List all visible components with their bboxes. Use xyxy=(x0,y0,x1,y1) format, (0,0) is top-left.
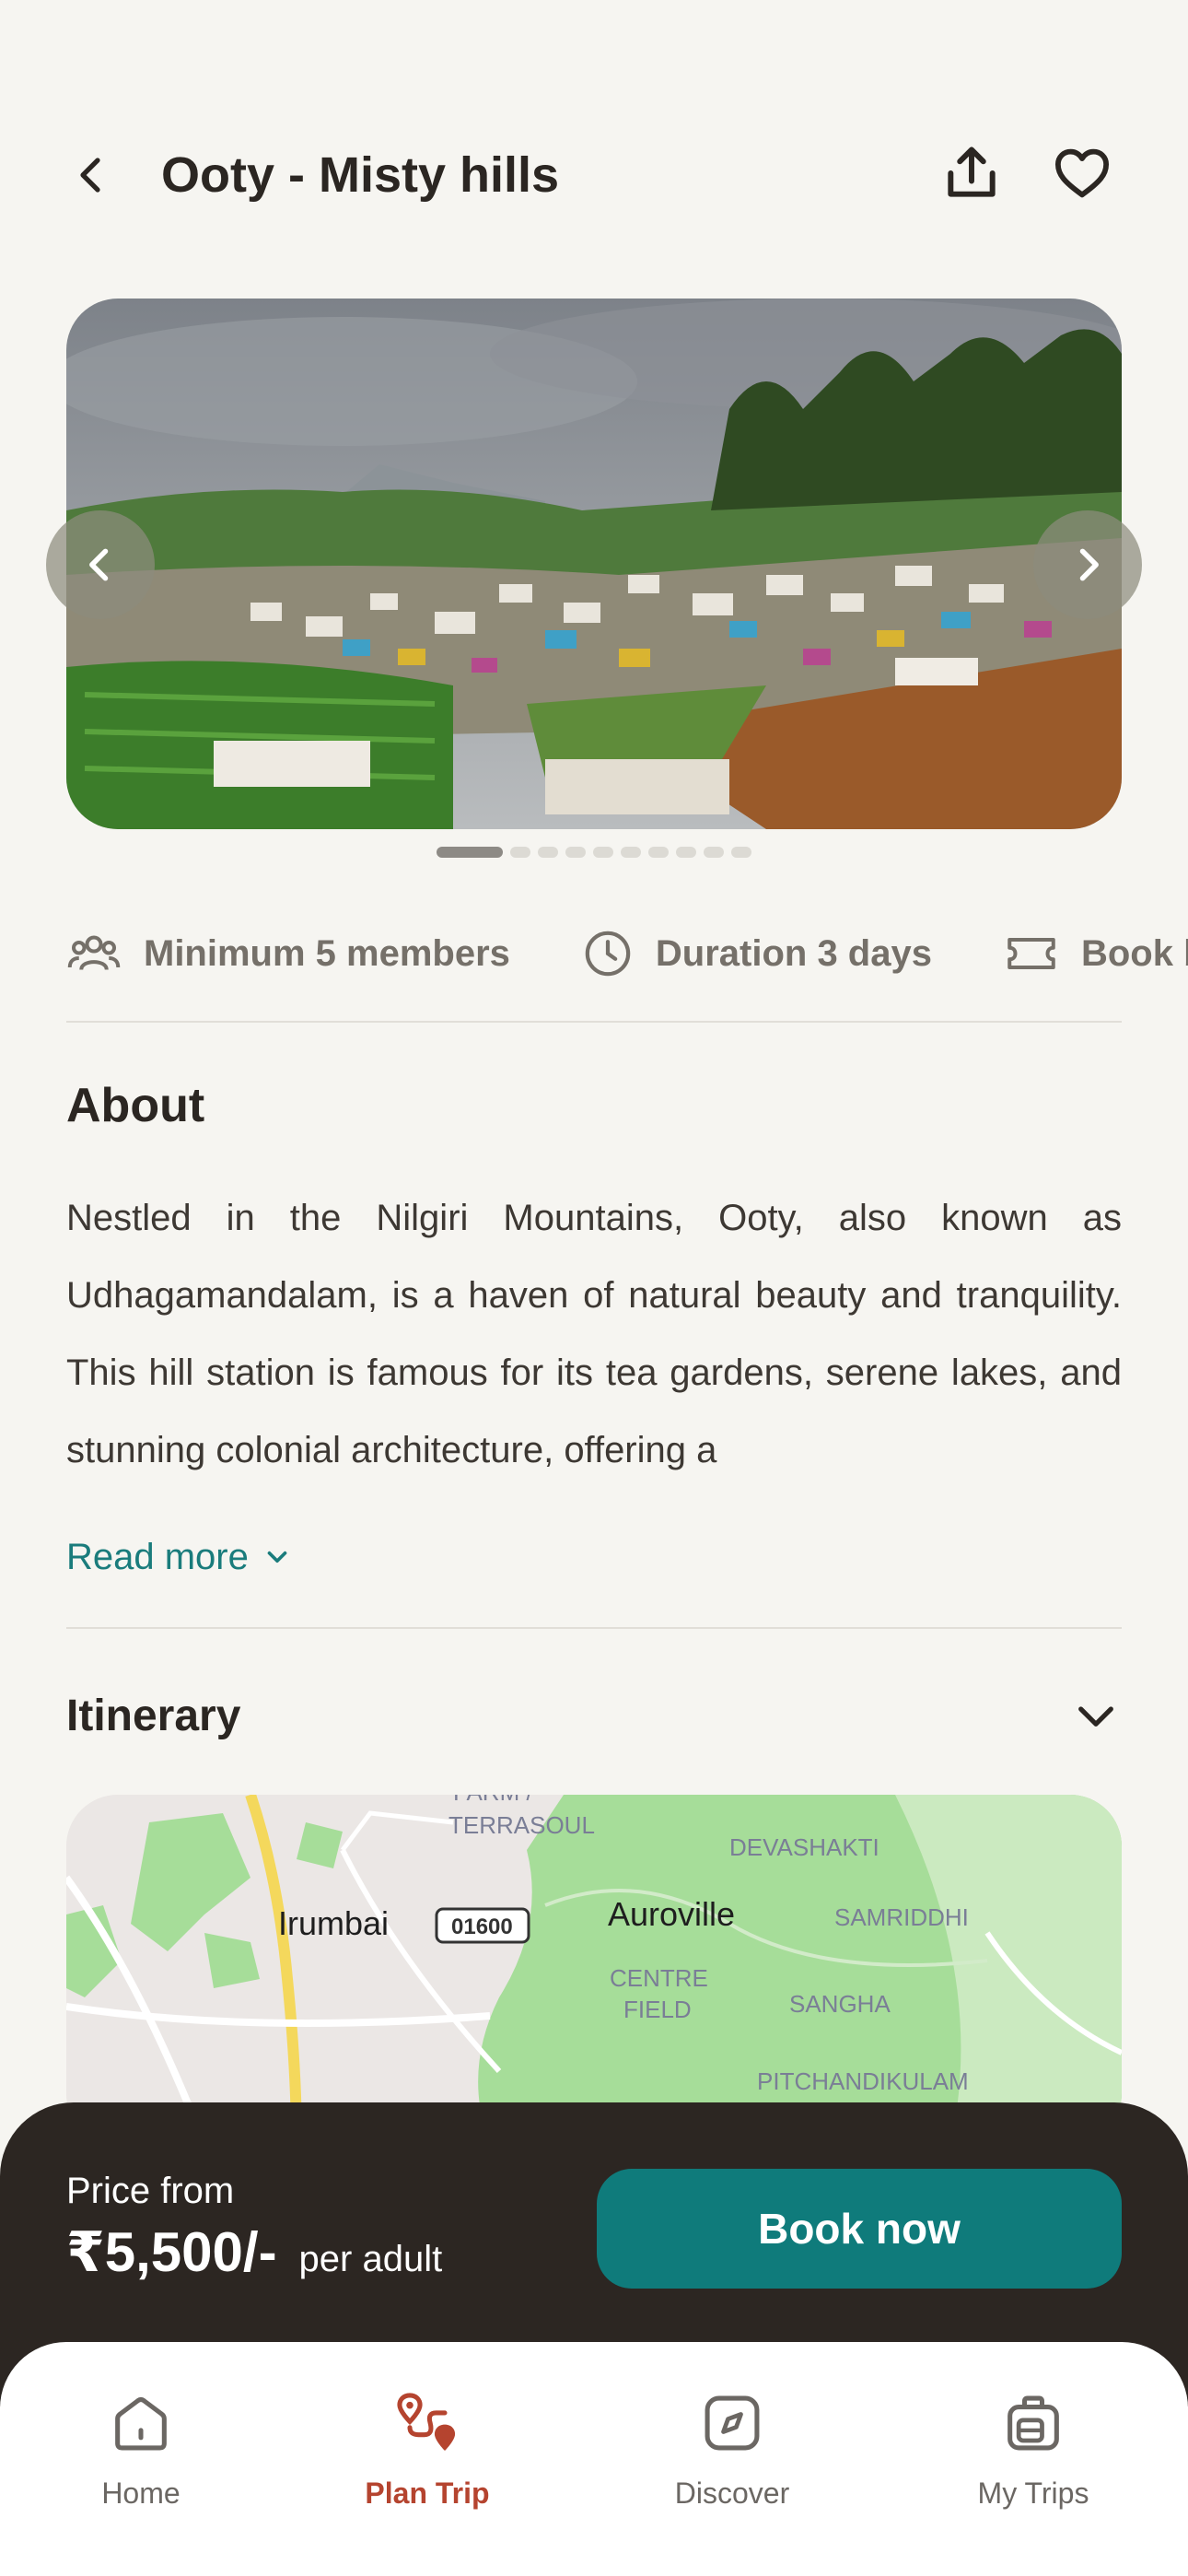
hero-image[interactable] xyxy=(66,299,1122,829)
map-label: SANGHA xyxy=(789,1990,891,2018)
about-title: About xyxy=(66,1079,205,1132)
share-icon xyxy=(948,146,996,197)
trip-info-chips: Minimum 5 members Duration 3 days Book b xyxy=(66,921,1188,986)
nav-label: Discover xyxy=(674,2476,790,2510)
back-button[interactable] xyxy=(55,138,129,212)
page-title: Ooty - Misty hills xyxy=(161,147,560,203)
itinerary-map[interactable]: FARM / TERRASOUL DEVASHAKTI Irumbai 0160… xyxy=(66,1795,1122,2145)
favorite-button[interactable] xyxy=(1045,136,1119,210)
chevron-down-icon xyxy=(1078,1706,1113,1727)
map-label: Irumbai xyxy=(278,1904,389,1942)
nav-label: My Trips xyxy=(977,2476,1089,2510)
map-label: 01600 xyxy=(451,1914,513,1939)
compass-icon xyxy=(705,2395,760,2451)
luggage-icon xyxy=(1007,2395,1059,2451)
book-now-button[interactable]: Book now xyxy=(597,2169,1122,2289)
route-icon xyxy=(397,2393,456,2452)
map-label: FIELD xyxy=(623,1996,692,2023)
home-icon xyxy=(115,2396,167,2451)
carousel-dot[interactable] xyxy=(621,847,641,858)
carousel-prev-button[interactable] xyxy=(46,510,155,619)
carousel-dot[interactable] xyxy=(593,847,613,858)
read-more-link[interactable]: Read more xyxy=(66,1529,293,1585)
carousel-dot[interactable] xyxy=(565,847,586,858)
map-label: CENTRE xyxy=(610,1964,708,1992)
hill-village-photo xyxy=(66,299,1122,829)
chevron-left-icon xyxy=(89,548,109,581)
map-label: SAMRIDDHI xyxy=(834,1903,969,1931)
carousel-dot[interactable] xyxy=(731,847,751,858)
itinerary-toggle[interactable]: Itinerary xyxy=(66,1679,1122,1752)
map-label: TERRASOUL xyxy=(448,1811,595,1839)
nav-label: Plan Trip xyxy=(365,2476,490,2510)
carousel-dot-active[interactable] xyxy=(437,847,503,858)
nav-item-home[interactable]: Home xyxy=(40,2386,242,2524)
map-label: DEVASHAKTI xyxy=(729,1833,879,1861)
nav-item-my-trips[interactable]: My Trips xyxy=(932,2386,1135,2524)
carousel-dot[interactable] xyxy=(648,847,669,858)
ticket-icon xyxy=(1007,938,1055,969)
nav-label: Home xyxy=(101,2476,181,2510)
nav-item-discover[interactable]: Discover xyxy=(631,2386,833,2524)
chip-label: Book b xyxy=(1080,932,1188,974)
price-value: ₹5,500/- xyxy=(66,2221,277,2283)
read-more-label: Read more xyxy=(66,1536,249,1577)
divider xyxy=(66,1627,1122,1629)
divider xyxy=(66,1021,1122,1023)
carousel-indicator xyxy=(437,846,751,859)
carousel-dot[interactable] xyxy=(510,847,530,858)
chip-label: Minimum 5 members xyxy=(144,932,510,974)
chevron-down-icon xyxy=(267,1551,287,1563)
map-canvas: FARM / TERRASOUL DEVASHAKTI Irumbai 0160… xyxy=(66,1795,1122,2145)
carousel-dot[interactable] xyxy=(704,847,724,858)
group-icon xyxy=(67,935,121,971)
price-row: ₹5,500/- per adult xyxy=(66,2220,442,2285)
chip-label: Duration 3 days xyxy=(655,932,932,974)
chevron-left-icon xyxy=(80,158,100,193)
price-unit: per adult xyxy=(298,2239,443,2279)
map-label: FARM / xyxy=(453,1795,533,1806)
nav-item-plan-trip[interactable]: Plan Trip xyxy=(326,2386,529,2524)
chip-members: Minimum 5 members xyxy=(66,926,510,981)
clock-icon xyxy=(585,931,631,977)
about-text: Nestled in the Nilgiri Mountains, Ooty, … xyxy=(66,1198,1122,1470)
chevron-right-icon xyxy=(1079,548,1099,581)
map-label: PITCHANDIKULAM xyxy=(757,2067,969,2095)
carousel-dot[interactable] xyxy=(538,847,558,858)
itinerary-title: Itinerary xyxy=(66,1691,241,1740)
share-button[interactable] xyxy=(935,136,1008,210)
carousel-next-button[interactable] xyxy=(1033,510,1142,619)
carousel-dot[interactable] xyxy=(676,847,696,858)
map-label: Auroville xyxy=(608,1895,735,1933)
price-label: Price from xyxy=(66,2171,235,2211)
chip-booking: Book b xyxy=(1004,926,1188,981)
heart-icon xyxy=(1054,148,1110,198)
chip-duration: Duration 3 days xyxy=(582,928,932,979)
